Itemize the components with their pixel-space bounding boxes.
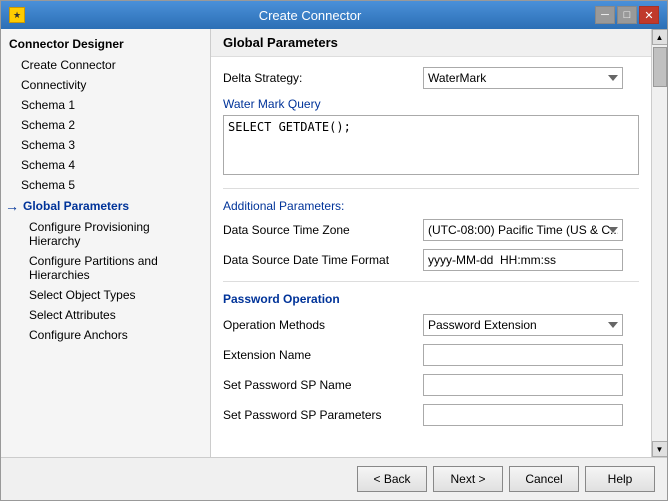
sidebar-header: Connector Designer <box>1 33 210 55</box>
divider-2 <box>223 281 639 282</box>
set-password-sp-params-row: Set Password SP Parameters <box>223 404 639 426</box>
maximize-button[interactable]: □ <box>617 6 637 24</box>
main-header: Global Parameters <box>211 29 651 57</box>
window-title: Create Connector <box>25 8 595 23</box>
delta-strategy-select[interactable]: WaterMark <box>423 67 623 89</box>
cancel-button[interactable]: Cancel <box>509 466 579 492</box>
set-password-sp-params-label: Set Password SP Parameters <box>223 408 423 422</box>
sidebar-item-configure-partitions[interactable]: Configure Partitions and Hierarchies <box>1 251 210 285</box>
main-panel-wrapper: Global Parameters Delta Strategy: WaterM… <box>211 29 667 457</box>
operation-methods-select[interactable]: Password Extension <box>423 314 623 336</box>
title-bar: ★ Create Connector ─ □ ✕ <box>1 1 667 29</box>
back-button[interactable]: < Back <box>357 466 427 492</box>
next-button[interactable]: Next > <box>433 466 503 492</box>
main-panel: Global Parameters Delta Strategy: WaterM… <box>211 29 651 457</box>
set-password-sp-name-row: Set Password SP Name <box>223 374 639 396</box>
delta-strategy-label: Delta Strategy: <box>223 71 423 85</box>
help-button[interactable]: Help <box>585 466 655 492</box>
divider-1 <box>223 188 639 189</box>
watermark-query-textarea[interactable]: SELECT GETDATE(); <box>223 115 639 175</box>
extension-name-input[interactable] <box>423 344 623 366</box>
password-op-label: Password Operation <box>223 292 639 306</box>
extension-name-row: Extension Name <box>223 344 639 366</box>
sidebar-item-connectivity[interactable]: Connectivity <box>1 75 210 95</box>
sidebar-item-schema3[interactable]: Schema 3 <box>1 135 210 155</box>
active-arrow-icon: → <box>5 198 19 214</box>
set-password-sp-name-input[interactable] <box>423 374 623 396</box>
minimize-button[interactable]: ─ <box>595 6 615 24</box>
operation-methods-label: Operation Methods <box>223 318 423 332</box>
data-source-tz-select[interactable]: (UTC-08:00) Pacific Time (US & C... <box>423 219 623 241</box>
main-content: Delta Strategy: WaterMark Water Mark Que… <box>211 57 651 457</box>
sidebar-item-select-attributes[interactable]: Select Attributes <box>1 305 210 325</box>
operation-methods-row: Operation Methods Password Extension <box>223 314 639 336</box>
scroll-thumb[interactable] <box>653 47 667 87</box>
sidebar-item-schema1[interactable]: Schema 1 <box>1 95 210 115</box>
app-icon: ★ <box>9 7 25 23</box>
data-source-dt-input[interactable] <box>423 249 623 271</box>
sidebar-item-create-connector[interactable]: Create Connector <box>1 55 210 75</box>
sidebar-item-schema2[interactable]: Schema 2 <box>1 115 210 135</box>
data-source-tz-label: Data Source Time Zone <box>223 223 423 237</box>
set-password-sp-params-input[interactable] <box>423 404 623 426</box>
watermark-query-label: Water Mark Query <box>223 97 639 111</box>
sidebar-item-global-parameters[interactable]: → Global Parameters <box>1 195 210 217</box>
sidebar-item-configure-anchors[interactable]: Configure Anchors <box>1 325 210 345</box>
extension-name-label: Extension Name <box>223 348 423 362</box>
data-source-dt-label: Data Source Date Time Format <box>223 253 423 267</box>
window-controls: ─ □ ✕ <box>595 6 659 24</box>
sidebar-item-configure-provisioning-hierarchy[interactable]: Configure Provisioning Hierarchy <box>1 217 210 251</box>
sidebar-item-select-object-types[interactable]: Select Object Types <box>1 285 210 305</box>
additional-params-label: Additional Parameters: <box>223 199 639 213</box>
close-button[interactable]: ✕ <box>639 6 659 24</box>
delta-strategy-row: Delta Strategy: WaterMark <box>223 67 639 89</box>
scroll-up-button[interactable]: ▲ <box>652 29 668 45</box>
sidebar-item-schema4[interactable]: Schema 4 <box>1 155 210 175</box>
scroll-down-button[interactable]: ▼ <box>652 441 668 457</box>
sidebar: Connector Designer Create Connector Conn… <box>1 29 211 457</box>
bottom-bar: < Back Next > Cancel Help <box>1 457 667 500</box>
sidebar-item-schema5[interactable]: Schema 5 <box>1 175 210 195</box>
window: ★ Create Connector ─ □ ✕ Connector Desig… <box>0 0 668 501</box>
scrollbar[interactable]: ▲ ▼ <box>651 29 667 457</box>
watermark-section: Water Mark Query SELECT GETDATE(); <box>223 97 639 178</box>
content-area: Connector Designer Create Connector Conn… <box>1 29 667 457</box>
data-source-tz-row: Data Source Time Zone (UTC-08:00) Pacifi… <box>223 219 639 241</box>
set-password-sp-name-label: Set Password SP Name <box>223 378 423 392</box>
data-source-dt-row: Data Source Date Time Format <box>223 249 639 271</box>
